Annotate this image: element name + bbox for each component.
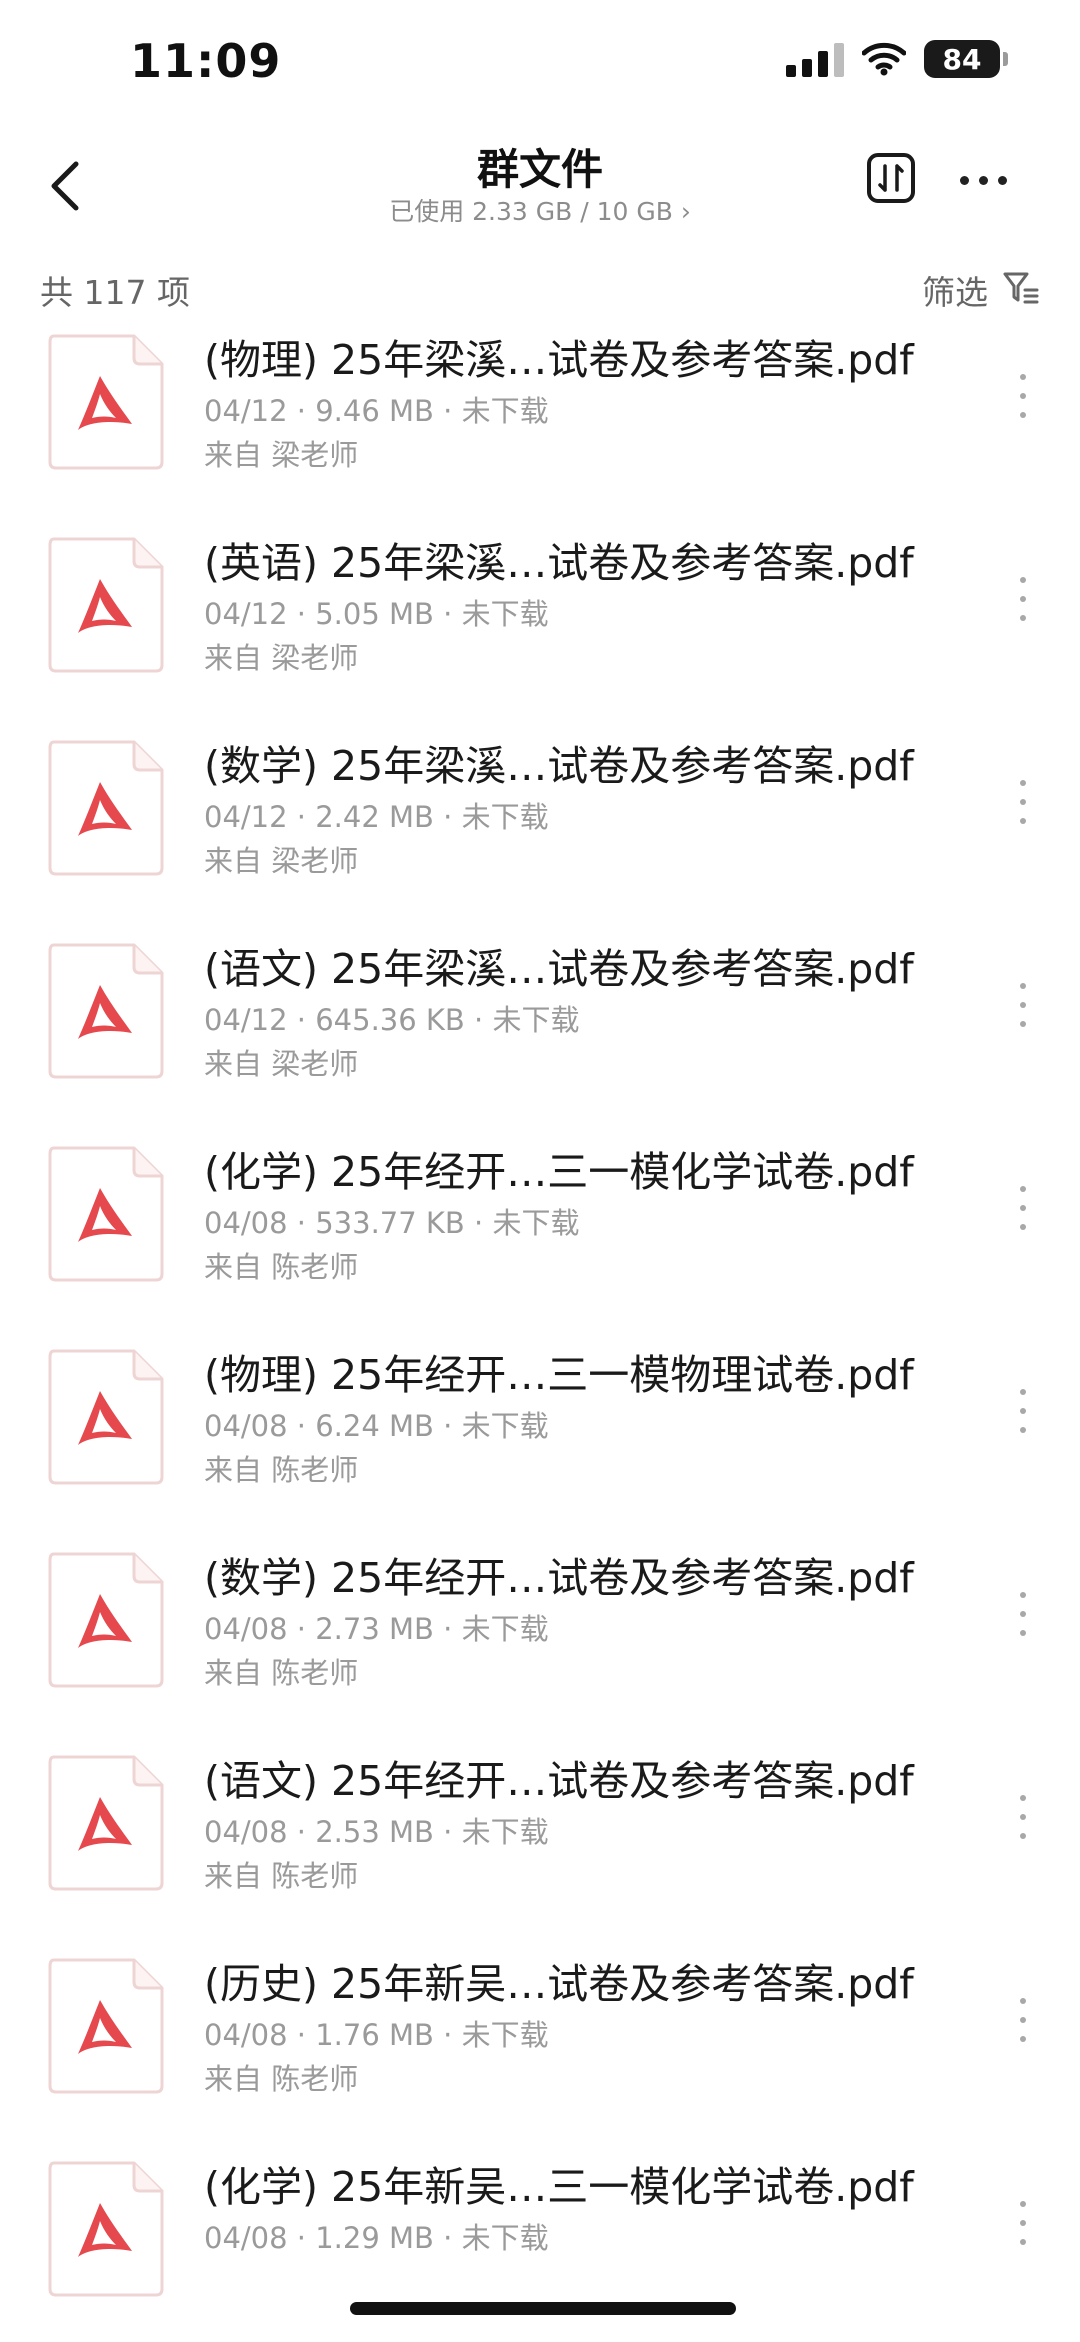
more-vertical-icon[interactable] bbox=[1016, 1592, 1030, 1636]
file-list-item[interactable]: (物理) 25年经开…三一模物理试卷.pdf 04/08 · 6.24 MB · … bbox=[0, 1327, 1080, 1530]
file-meta: 04/08 · 533.77 KB · 未下载 bbox=[204, 1206, 580, 1240]
file-name: (数学) 25年梁溪…试卷及参考答案.pdf bbox=[204, 742, 914, 790]
file-meta: 04/08 · 1.76 MB · 未下载 bbox=[204, 2018, 549, 2052]
file-name: (物理) 25年梁溪…试卷及参考答案.pdf bbox=[204, 336, 914, 384]
file-list: (物理) 25年梁溪…试卷及参考答案.pdf 04/12 · 9.46 MB · … bbox=[0, 312, 1080, 2342]
more-horizontal-icon[interactable] bbox=[960, 160, 1020, 200]
status-time: 11:09 bbox=[130, 34, 282, 88]
file-uploader: 来自 梁老师 bbox=[204, 1047, 359, 1081]
file-uploader: 来自 陈老师 bbox=[204, 2062, 359, 2096]
pdf-file-icon bbox=[48, 1146, 164, 1282]
pdf-file-icon bbox=[48, 1755, 164, 1891]
home-indicator[interactable] bbox=[350, 2302, 736, 2315]
pdf-file-icon bbox=[48, 2161, 164, 2297]
pdf-file-icon bbox=[48, 537, 164, 673]
file-meta: 04/08 · 1.29 MB · 未下载 bbox=[204, 2221, 549, 2255]
file-list-item[interactable]: (语文) 25年梁溪…试卷及参考答案.pdf 04/12 · 645.36 KB … bbox=[0, 921, 1080, 1124]
file-meta: 04/12 · 645.36 KB · 未下载 bbox=[204, 1003, 580, 1037]
nav-bar: 群文件 已使用 2.33 GB / 10 GB › bbox=[0, 130, 1080, 250]
status-bar: 11:09 84 bbox=[0, 0, 1080, 120]
more-vertical-icon[interactable] bbox=[1016, 780, 1030, 824]
file-uploader: 来自 陈老师 bbox=[204, 1859, 359, 1893]
file-list-item[interactable]: (化学) 25年经开…三一模化学试卷.pdf 04/08 · 533.77 KB … bbox=[0, 1124, 1080, 1327]
status-icons: 84 bbox=[786, 40, 1008, 78]
file-name: (化学) 25年新吴…三一模化学试卷.pdf bbox=[204, 2163, 914, 2211]
pdf-file-icon bbox=[48, 1552, 164, 1688]
pdf-file-icon bbox=[48, 1958, 164, 2094]
file-meta: 04/12 · 2.42 MB · 未下载 bbox=[204, 800, 549, 834]
file-uploader: 来自 梁老师 bbox=[204, 438, 359, 472]
file-name: (化学) 25年经开…三一模化学试卷.pdf bbox=[204, 1148, 914, 1196]
more-vertical-icon[interactable] bbox=[1016, 1389, 1030, 1433]
file-meta: 04/08 · 2.53 MB · 未下载 bbox=[204, 1815, 549, 1849]
file-meta: 04/12 · 9.46 MB · 未下载 bbox=[204, 394, 549, 428]
pdf-file-icon bbox=[48, 334, 164, 470]
pdf-file-icon bbox=[48, 740, 164, 876]
pdf-file-icon bbox=[48, 943, 164, 1079]
more-vertical-icon[interactable] bbox=[1016, 1795, 1030, 1839]
list-summary-row: 共 117 项 筛选 bbox=[0, 262, 1080, 312]
battery-indicator: 84 bbox=[924, 40, 1008, 78]
file-meta: 04/12 · 5.05 MB · 未下载 bbox=[204, 597, 549, 631]
page-title: 群文件 bbox=[476, 145, 603, 194]
file-uploader: 来自 梁老师 bbox=[204, 641, 359, 675]
file-list-item[interactable]: (数学) 25年经开…试卷及参考答案.pdf 04/08 · 2.73 MB · … bbox=[0, 1530, 1080, 1733]
cellular-signal-icon bbox=[786, 41, 844, 77]
file-meta: 04/08 · 2.73 MB · 未下载 bbox=[204, 1612, 549, 1646]
file-uploader: 来自 陈老师 bbox=[204, 1250, 359, 1284]
file-name: (物理) 25年经开…三一模物理试卷.pdf bbox=[204, 1351, 914, 1399]
file-name: (英语) 25年梁溪…试卷及参考答案.pdf bbox=[204, 539, 914, 587]
more-vertical-icon[interactable] bbox=[1016, 2201, 1030, 2245]
more-vertical-icon[interactable] bbox=[1016, 1186, 1030, 1230]
more-vertical-icon[interactable] bbox=[1016, 374, 1030, 418]
file-name: (历史) 25年新吴…试卷及参考答案.pdf bbox=[204, 1960, 914, 2008]
more-vertical-icon[interactable] bbox=[1016, 983, 1030, 1027]
filter-button[interactable]: 筛选 bbox=[922, 266, 988, 314]
more-vertical-icon[interactable] bbox=[1016, 577, 1030, 621]
filter-icon[interactable] bbox=[1002, 270, 1040, 306]
file-list-item[interactable]: (英语) 25年梁溪…试卷及参考答案.pdf 04/12 · 5.05 MB · … bbox=[0, 515, 1080, 718]
sort-icon[interactable] bbox=[866, 150, 916, 206]
file-list-item[interactable]: (历史) 25年新吴…试卷及参考答案.pdf 04/08 · 1.76 MB · … bbox=[0, 1936, 1080, 2139]
file-name: (语文) 25年经开…试卷及参考答案.pdf bbox=[204, 1757, 914, 1805]
item-count: 共 117 项 bbox=[40, 273, 190, 312]
file-list-item[interactable]: (物理) 25年梁溪…试卷及参考答案.pdf 04/12 · 9.46 MB · … bbox=[0, 312, 1080, 515]
file-list-item[interactable]: (语文) 25年经开…试卷及参考答案.pdf 04/08 · 2.53 MB · … bbox=[0, 1733, 1080, 1936]
pdf-file-icon bbox=[48, 1349, 164, 1485]
storage-usage-link[interactable]: 已使用 2.33 GB / 10 GB › bbox=[0, 192, 1080, 228]
file-name: (数学) 25年经开…试卷及参考答案.pdf bbox=[204, 1554, 914, 1602]
file-uploader: 来自 陈老师 bbox=[204, 1656, 359, 1690]
file-meta: 04/08 · 6.24 MB · 未下载 bbox=[204, 1409, 549, 1443]
file-uploader: 来自 梁老师 bbox=[204, 844, 359, 878]
file-list-item[interactable]: (数学) 25年梁溪…试卷及参考答案.pdf 04/12 · 2.42 MB · … bbox=[0, 718, 1080, 921]
more-vertical-icon[interactable] bbox=[1016, 1998, 1030, 2042]
wifi-icon bbox=[862, 42, 906, 76]
file-name: (语文) 25年梁溪…试卷及参考答案.pdf bbox=[204, 945, 914, 993]
file-uploader: 来自 陈老师 bbox=[204, 1453, 359, 1487]
